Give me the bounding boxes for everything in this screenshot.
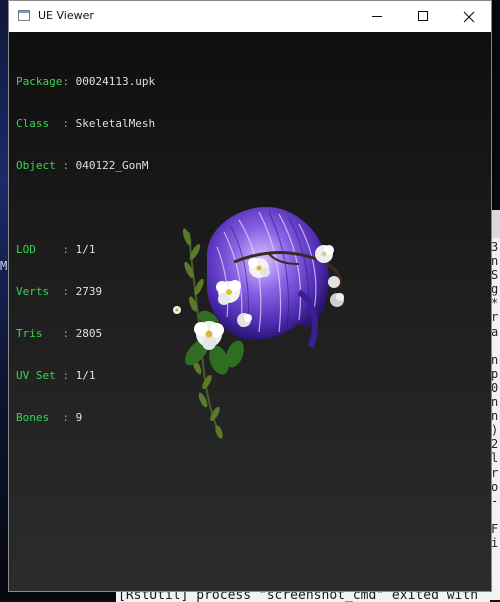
background-console-scrollbar (492, 210, 500, 238)
info-bones-row: Bones : 9 (16, 411, 155, 425)
maximize-button[interactable] (400, 1, 446, 32)
info-object-row: Object : 040122_GonM (16, 159, 155, 173)
app-window-icon[interactable] (18, 10, 30, 21)
info-uvset-row: UV Set : 1/1 (16, 369, 155, 383)
info-tris-value: 2805 (75, 327, 103, 340)
close-button[interactable] (446, 1, 492, 32)
info-bones-label: Bones : (16, 411, 76, 424)
title-bar[interactable]: UE Viewer (9, 1, 491, 33)
3d-viewport[interactable]: Package: 00024113.upk Class : SkeletalMe… (9, 32, 491, 591)
info-lod-label: LOD : (16, 243, 76, 256)
info-object-value: 040122_GonM (75, 159, 149, 172)
minimize-icon (372, 16, 382, 17)
info-tris-row: Tris : 2805 (16, 327, 155, 341)
info-package-value: 00024113.upk (75, 75, 156, 88)
minimize-button[interactable] (354, 1, 400, 32)
info-lod-value: 1/1 (75, 243, 96, 256)
info-bones-value: 9 (75, 411, 83, 424)
info-verts-value: 2739 (75, 285, 103, 298)
info-tris-label: Tris : (16, 327, 76, 340)
mesh-info-overlay: Package: 00024113.upk Class : SkeletalMe… (16, 47, 155, 453)
info-class-row: Class : SkeletalMesh (16, 117, 155, 131)
info-class-label: Class : (16, 117, 76, 130)
info-verts-row: Verts : 2739 (16, 285, 155, 299)
window-title: UE Viewer (38, 9, 94, 22)
info-uvset-value: 1/1 (75, 369, 96, 382)
info-uvset-label: UV Set : (16, 369, 76, 382)
background-text-fragment: M (0, 259, 8, 273)
info-lod-row: LOD : 1/1 (16, 243, 155, 257)
background-console-text: 3 n S g * r a n p 0 n n ) 2 l r o - F i (491, 240, 499, 550)
close-icon (463, 11, 475, 23)
maximize-icon (418, 11, 428, 21)
ue-viewer-window: UE Viewer Package: 00024113.upk Class : … (8, 0, 492, 592)
skeletal-mesh-render[interactable] (149, 192, 359, 452)
info-package-row: Package: 00024113.upk (16, 75, 155, 89)
info-package-label: Package: (16, 75, 76, 88)
info-class-value: SkeletalMesh (75, 117, 156, 130)
info-verts-label: Verts : (16, 285, 76, 298)
info-object-label: Object : (16, 159, 76, 172)
